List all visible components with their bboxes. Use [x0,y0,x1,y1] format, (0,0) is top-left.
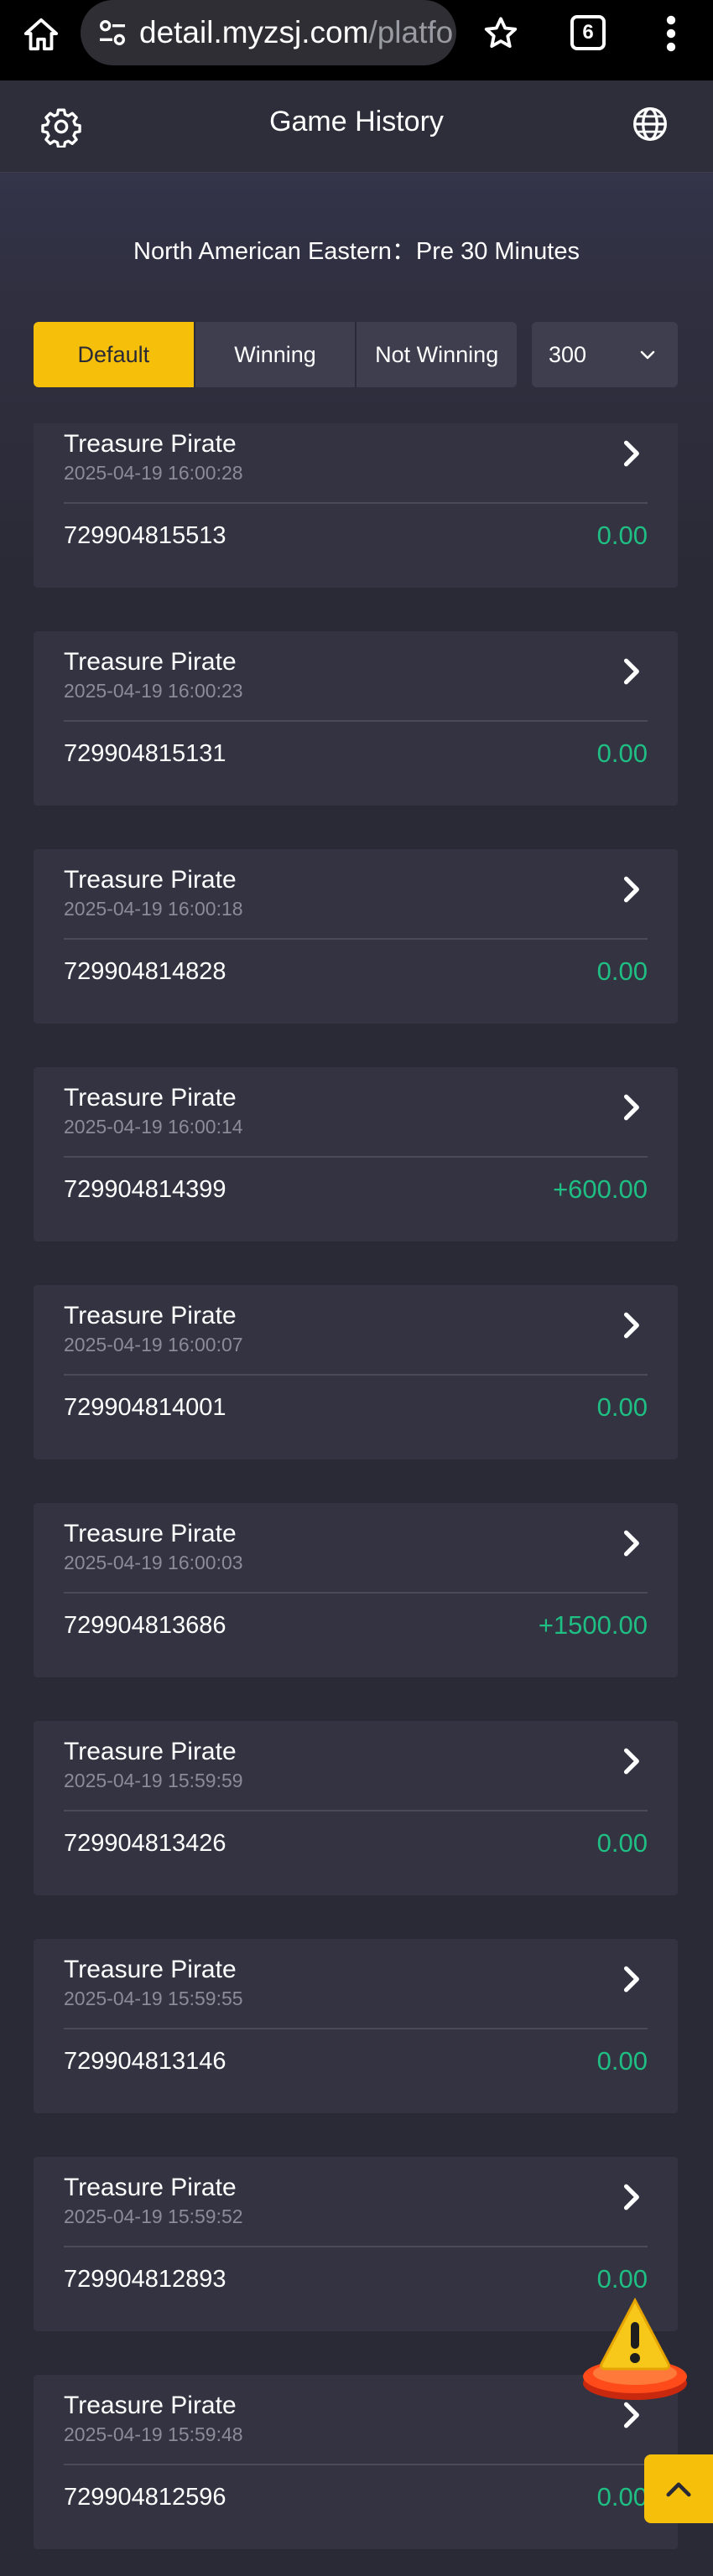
game-history-list: Treasure Pirate 2025-04-19 16:00:28 729904… [0,423,713,2576]
win-amount: +1500.00 [538,1610,648,1640]
game-name: Treasure Pirate [64,1520,237,1547]
card-divider [64,1592,648,1594]
record-card[interactable]: Treasure Pirate 2025-04-19 16:00:14 729904… [34,1067,678,1241]
card-divider [64,938,648,940]
win-amount: 0.00 [596,956,648,986]
order-id: 729904814828 [64,958,226,985]
home-icon[interactable] [22,15,60,54]
chevron-right-icon[interactable] [612,1743,649,1780]
win-amount: 0.00 [596,2046,648,2076]
filter-default-button[interactable]: Default [34,322,195,387]
record-card[interactable]: Treasure Pirate 2025-04-19 16:00:03 729904… [34,1503,678,1677]
page-title: Game History [269,106,444,137]
game-name: Treasure Pirate [64,2174,237,2201]
record-timestamp: 2025-04-19 15:59:55 [64,1988,243,2009]
game-name: Treasure Pirate [64,1302,237,1329]
game-name: Treasure Pirate [64,866,237,894]
more-vert-icon[interactable] [658,13,684,54]
chevron-down-icon [640,350,655,360]
warning-icon[interactable] [580,2295,690,2404]
card-divider [64,2246,648,2247]
order-id: 729904812596 [64,2484,226,2511]
browser-toolbar: detail.myzsj.com/platfo 6 [0,0,713,80]
filter-winning-button[interactable]: Winning [195,322,357,387]
game-name: Treasure Pirate [64,648,237,676]
game-name: Treasure Pirate [64,1956,237,1983]
order-id: 729904813426 [64,1830,226,1857]
record-timestamp: 2025-04-19 16:00:14 [64,1116,243,1138]
win-amount: +600.00 [553,1174,648,1204]
win-amount: 0.00 [596,1828,648,1858]
win-amount: 0.00 [596,521,648,550]
order-id: 729904815513 [64,522,226,549]
chevron-right-icon[interactable] [612,1307,649,1344]
card-divider [64,720,648,722]
order-id: 729904813686 [64,1612,226,1639]
record-card[interactable]: Treasure Pirate 2025-04-19 16:00:28 729904… [34,423,678,588]
record-card[interactable]: Treasure Pirate 2025-04-19 15:59:59 729904… [34,1721,678,1895]
record-card[interactable]: Treasure Pirate 2025-04-19 15:59:55 729904… [34,1939,678,2113]
win-amount: 0.00 [596,2264,648,2294]
card-divider [64,2464,648,2465]
tab-switcher-button[interactable]: 6 [570,15,606,50]
record-timestamp: 2025-04-19 16:00:18 [64,898,243,920]
order-id: 729904812893 [64,2266,226,2293]
win-amount: 0.00 [596,1392,648,1422]
page-size-value: 300 [549,342,587,367]
bookmark-star-icon[interactable] [481,14,520,53]
record-timestamp: 2025-04-19 16:00:07 [64,1334,243,1355]
chevron-up-icon [666,2482,691,2497]
page-size-select[interactable]: 300 [532,322,678,387]
game-name: Treasure Pirate [64,2392,237,2419]
record-timestamp: 2025-04-19 15:59:59 [64,1770,243,1791]
site-settings-icon[interactable] [96,16,129,49]
chevron-right-icon[interactable] [612,1525,649,1562]
back-to-top-button[interactable] [644,2454,713,2523]
game-name: Treasure Pirate [64,1738,237,1765]
record-timestamp: 2025-04-19 16:00:23 [64,680,243,702]
chevron-right-icon[interactable] [612,2179,649,2216]
win-amount: 0.00 [596,2482,648,2511]
app-header: Game History [0,80,713,173]
chevron-right-icon[interactable] [612,1961,649,1998]
url-path: /platfo [368,15,454,49]
card-divider [64,502,648,504]
game-name: Treasure Pirate [64,1084,237,1112]
chevron-right-icon[interactable] [612,1089,649,1126]
address-bar[interactable]: detail.myzsj.com/platfo [81,0,456,65]
order-id: 729904815131 [64,740,226,767]
chevron-right-icon[interactable] [612,435,649,472]
globe-icon[interactable] [632,106,669,143]
record-card[interactable]: Treasure Pirate 2025-04-19 16:00:23 729904… [34,631,678,806]
order-id: 729904813146 [64,2048,226,2075]
game-name: Treasure Pirate [64,430,237,458]
record-timestamp: 2025-04-19 16:00:03 [64,1552,243,1573]
card-divider [64,1810,648,1811]
chevron-right-icon[interactable] [612,871,649,908]
record-timestamp: 2025-04-19 16:00:28 [64,462,243,484]
url-text: detail.myzsj.com/platfo [139,15,453,50]
win-amount: 0.00 [596,739,648,768]
filter-not-winning-button[interactable]: Not Winning [356,322,517,387]
chevron-right-icon[interactable] [612,653,649,690]
record-card[interactable]: Treasure Pirate 2025-04-19 16:00:07 729904… [34,1285,678,1459]
card-divider [64,1156,648,1158]
record-timestamp: 2025-04-19 15:59:48 [64,2423,243,2445]
card-divider [64,2028,648,2029]
record-card[interactable]: Treasure Pirate 2025-04-19 16:00:18 729904… [34,849,678,1024]
timezone-notice: North American Eastern：Pre 30 Minutes [133,238,580,265]
order-id: 729904814399 [64,1176,226,1203]
result-filter-tabs: Default Winning Not Winning [34,322,517,387]
record-timestamp: 2025-04-19 15:59:52 [64,2205,243,2227]
card-divider [64,1374,648,1376]
url-host: detail.myzsj.com [139,15,369,49]
order-id: 729904814001 [64,1394,226,1421]
